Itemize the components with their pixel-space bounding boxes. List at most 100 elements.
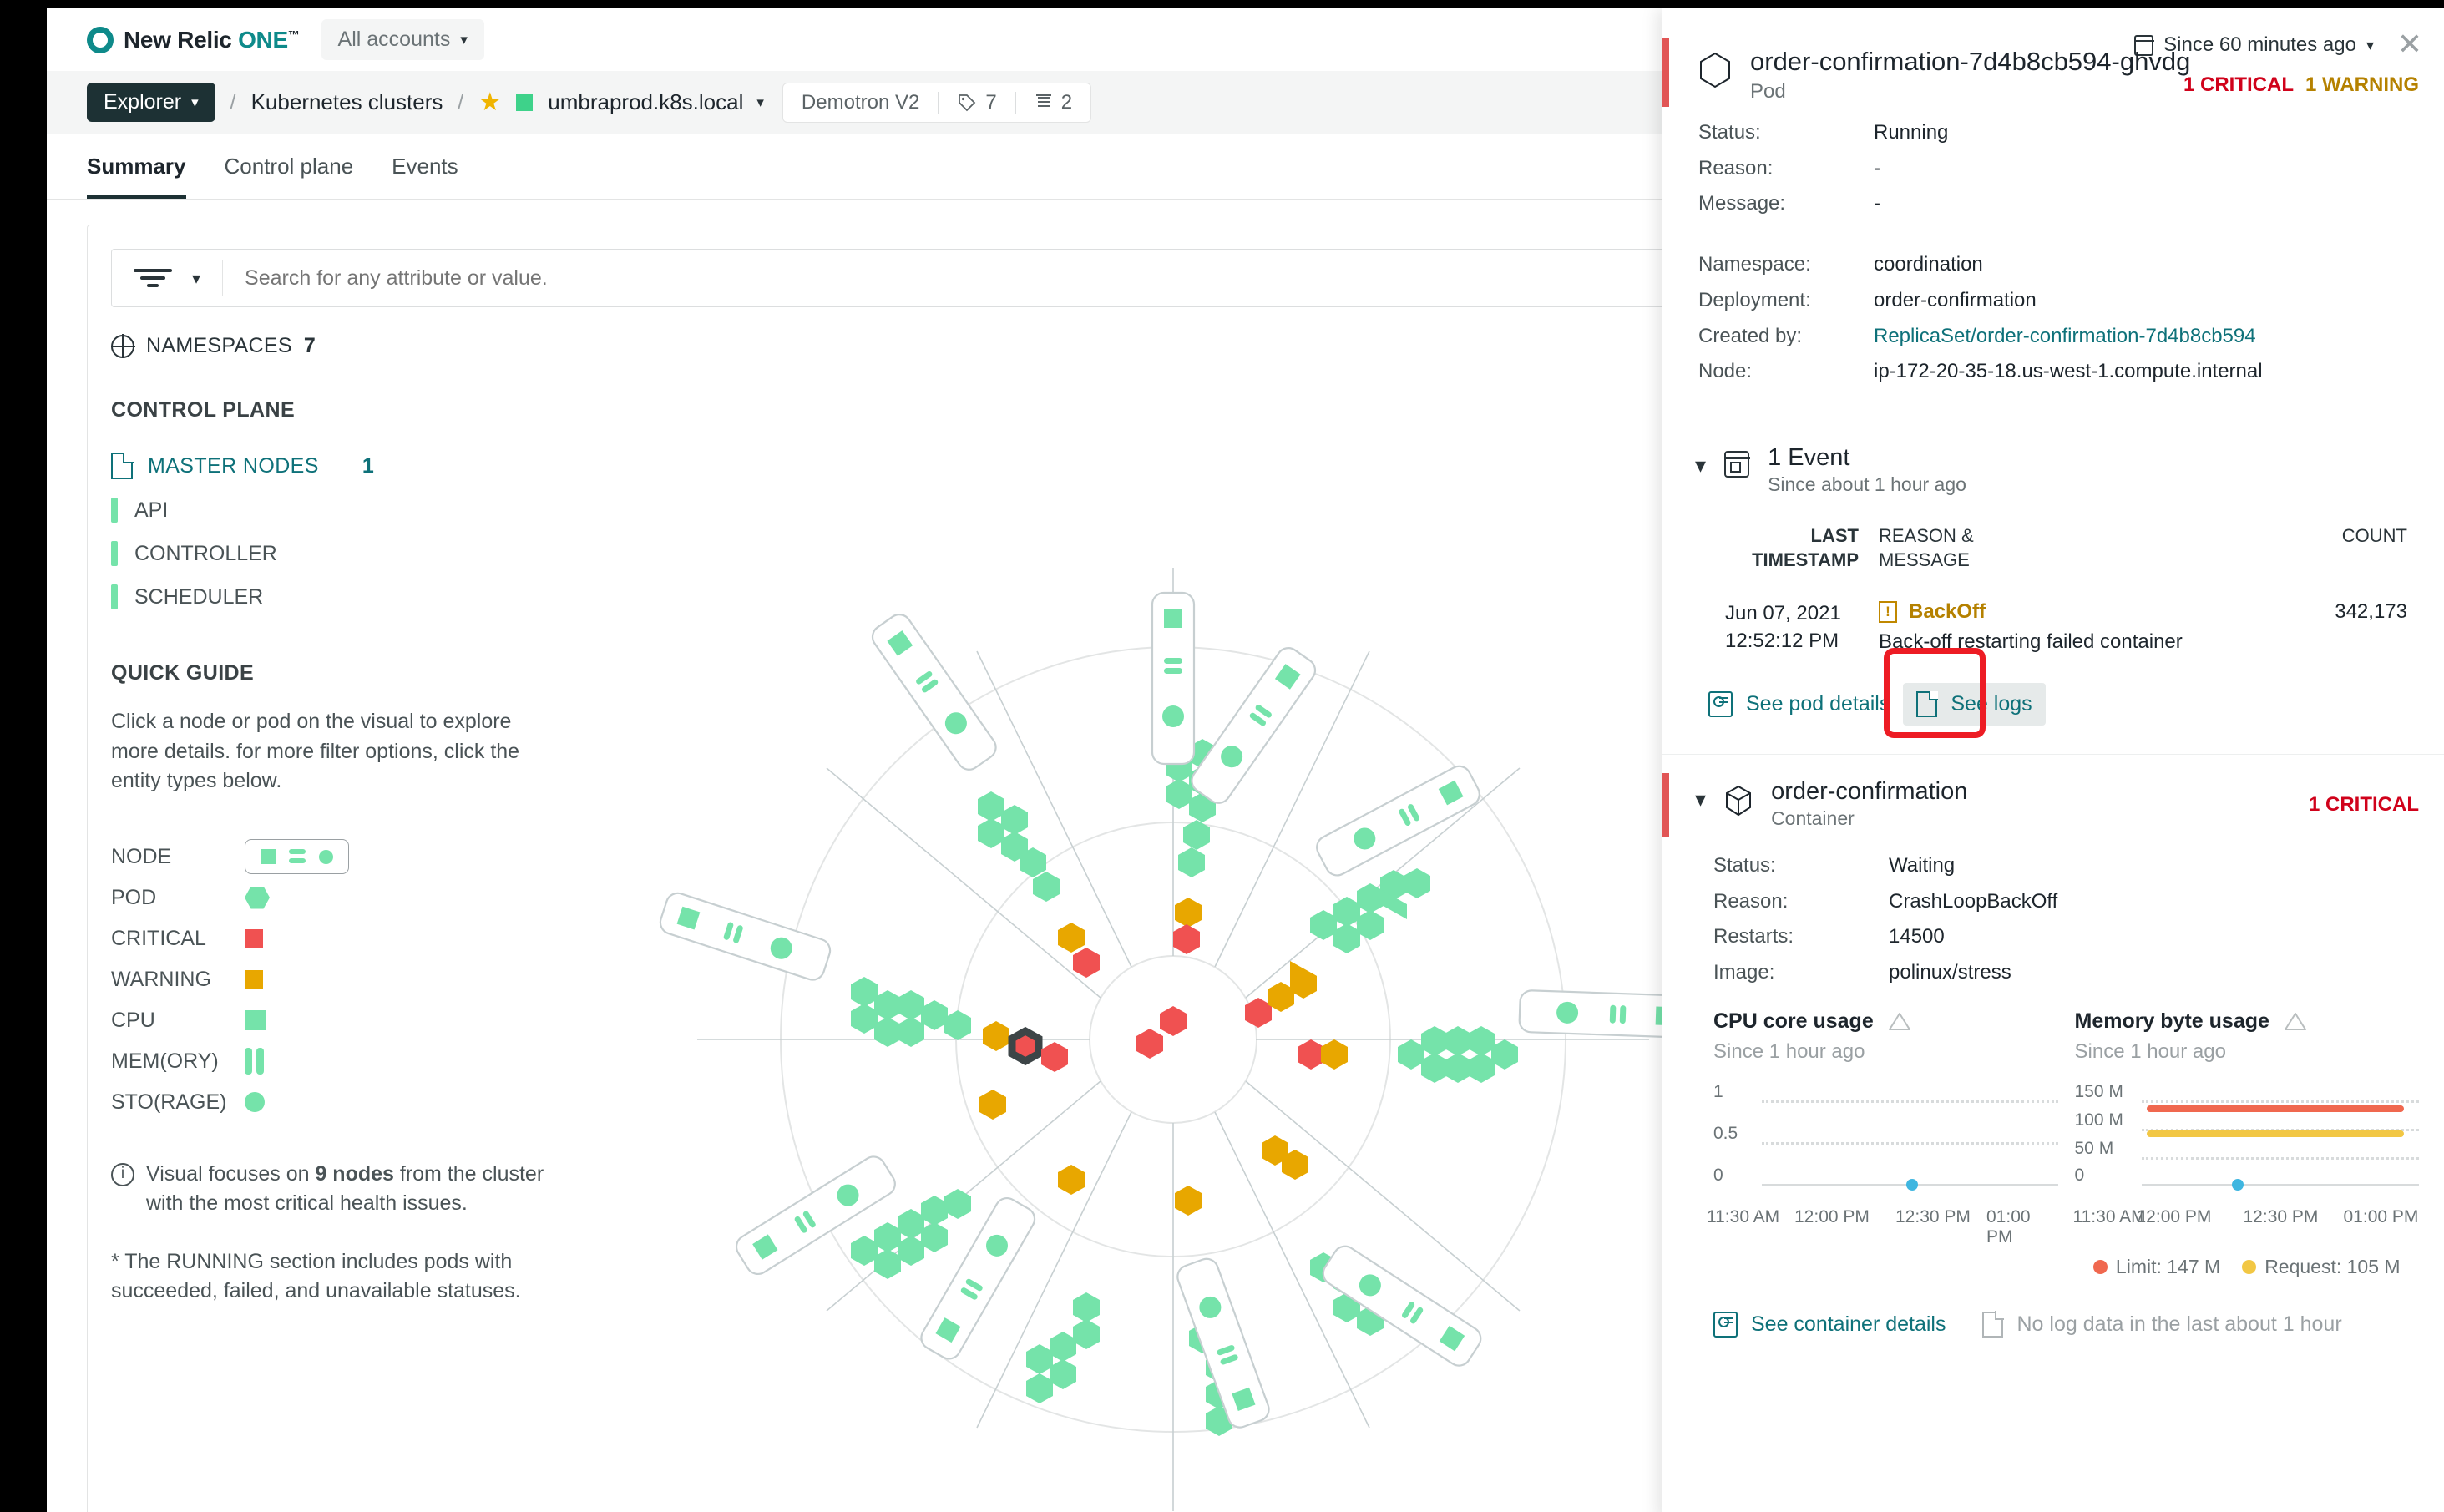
chart-legend: Limit: 147 M Request: 105 M: [2075, 1256, 2420, 1278]
cpu-square-icon: [261, 849, 276, 864]
see-logs-label: See logs: [1951, 692, 2032, 716]
cpu-core-usage-chart[interactable]: CPU core usage Since 1 hour ago 1 0.5 0: [1707, 1009, 2058, 1278]
legend-item-pod[interactable]: POD: [111, 877, 629, 918]
legend-item-warning[interactable]: WARNING: [111, 959, 629, 1000]
hexagon-icon: [1700, 52, 1730, 88]
chevron-down-icon[interactable]: ▾: [1695, 453, 1706, 478]
filter-icon[interactable]: [134, 265, 172, 291]
event-time: 12:52:12 PM: [1725, 629, 1839, 652]
attribute-value: CrashLoopBackOff: [1889, 889, 2058, 913]
account-selector[interactable]: All accounts ▾: [321, 19, 484, 60]
chart-title: CPU core usage: [1713, 1009, 1874, 1033]
legend-item-request[interactable]: Request: 105 M: [2242, 1256, 2401, 1278]
y-tick-label: 0: [1713, 1165, 1723, 1185]
data-point-marker: [1906, 1178, 1918, 1191]
legend-color-dot: [2242, 1259, 2257, 1274]
attribute-value: -: [1874, 156, 1880, 180]
column-header-line: MESSAGE: [1879, 549, 1970, 570]
control-plane-item-controller[interactable]: CONTROLLER: [111, 541, 629, 566]
pod-attributes: Status: Running Reason: - Message: - Namesp…: [1662, 104, 2444, 390]
chevron-down-icon[interactable]: ▾: [1695, 786, 1706, 830]
memory-bars-icon: [245, 1048, 266, 1075]
attribute-key: Reason:: [1698, 156, 1774, 180]
status-bar-icon: [111, 541, 118, 566]
column-header-timestamp: LAST TIMESTAMP: [1725, 524, 1859, 572]
breadcrumb-cluster-name[interactable]: umbraprod.k8s.local: [548, 89, 743, 115]
app-window: New Relic ONE™ All accounts ▾ Query your…: [47, 8, 2444, 1512]
container-cube-icon: [1726, 785, 1752, 817]
tab-events-label: Events: [392, 154, 458, 179]
events-section: ▾ 1 Event Since about 1 hour ago LAST TI…: [1662, 422, 2444, 754]
chevron-down-icon[interactable]: ▾: [192, 268, 200, 289]
legend-item-memory[interactable]: MEM(ORY): [111, 1041, 629, 1082]
event-reason: ! BackOff: [1879, 600, 2282, 624]
doc-count-label: 2: [1060, 90, 1073, 114]
document-icon: [1982, 1311, 2004, 1338]
attribute-row: Namespace: coordination: [1698, 247, 2407, 283]
no-log-data-label: No log data in the last about 1 hour: [2016, 1312, 2342, 1336]
event-reason-label: BackOff: [1909, 600, 1986, 624]
see-logs-link[interactable]: See logs: [1903, 683, 2046, 726]
control-plane-item-scheduler[interactable]: SCHEDULER: [111, 584, 629, 609]
tag-icon: [959, 94, 976, 111]
table-row[interactable]: Jun 07, 2021 12:52:12 PM ! BackOff Back-…: [1725, 600, 2407, 655]
attribute-row: Reason: CrashLoopBackOff: [1713, 884, 2407, 920]
legend-item-limit[interactable]: Limit: 147 M: [2092, 1256, 2220, 1278]
account-name: Demotron V2: [783, 91, 938, 114]
created-by-link[interactable]: ReplicaSet/order-confirmation-7d4b8cb594: [1874, 319, 2256, 355]
axis-line: [2141, 1183, 2419, 1186]
event-reason-message: ! BackOff Back-off restarting failed con…: [1859, 600, 2282, 655]
see-pod-details-link[interactable]: See pod details: [1695, 683, 1903, 726]
tab-events[interactable]: Events: [392, 134, 458, 199]
new-relic-logo[interactable]: New Relic ONE™: [87, 26, 300, 53]
cluster-radial-visualization[interactable]: [589, 518, 1758, 1512]
master-nodes-row[interactable]: MASTER NODES 1: [111, 452, 629, 479]
table-header-row: LAST TIMESTAMP REASON & MESSAGE COUNT: [1725, 524, 2407, 572]
warning-triangle-icon: [1888, 1012, 1910, 1030]
x-tick-label: 11:30 AM: [2072, 1206, 2146, 1226]
gridline: [1762, 1100, 2058, 1103]
see-container-details-link[interactable]: See container details: [1713, 1311, 1946, 1338]
attribute-row: Reason: -: [1698, 151, 2407, 187]
legend-item-storage[interactable]: STO(RAGE): [111, 1082, 629, 1123]
chart-subtitle: Since 1 hour ago: [2074, 1039, 2226, 1063]
namespaces-row[interactable]: NAMESPACES 7: [110, 334, 629, 358]
x-tick-label: 12:30 PM: [2243, 1206, 2319, 1226]
cpu-square-icon: [245, 1010, 266, 1030]
explorer-button[interactable]: Explorer ▾: [87, 83, 215, 122]
column-header-line: REASON &: [1879, 525, 1974, 547]
doc-count[interactable]: 2: [1016, 91, 1090, 114]
divider: [222, 260, 224, 296]
events-header[interactable]: ▾ 1 Event Since about 1 hour ago: [1662, 422, 2444, 496]
control-plane-item-api[interactable]: API: [111, 498, 629, 523]
breadcrumb-kubernetes-clusters[interactable]: Kubernetes clusters: [251, 89, 443, 115]
memory-byte-usage-chart[interactable]: Memory byte usage Since 1 hour ago 150 M…: [2072, 1009, 2420, 1278]
tag-count[interactable]: 7: [939, 91, 1015, 114]
container-header[interactable]: ▾ order-confirmation Container 1 CRITICA…: [1662, 755, 2444, 830]
events-title: 1 Event: [1768, 444, 1850, 472]
tab-summary[interactable]: Summary: [87, 134, 186, 199]
x-tick-label: 12:00 PM: [1794, 1206, 1870, 1226]
tab-control-plane-label: Control plane: [224, 154, 354, 179]
attribute-key: Message:: [1698, 192, 1786, 215]
breadcrumb-separator: /: [458, 90, 464, 114]
master-nodes-label: MASTER NODES: [148, 453, 319, 478]
globe-icon: [110, 334, 135, 358]
tab-control-plane[interactable]: Control plane: [225, 134, 354, 199]
x-tick-label: 12:30 PM: [1895, 1206, 1971, 1226]
x-axis: 11:30 AM 12:00 PM 12:30 PM 01:00 PM: [1707, 1206, 2058, 1247]
running-section-note: * The RUNNING section includes pods with…: [111, 1249, 521, 1303]
attribute-key: Created by:: [1698, 324, 1803, 347]
legend-item-node[interactable]: NODE: [111, 837, 629, 877]
details-card-icon: [1708, 691, 1733, 717]
star-icon[interactable]: ★: [478, 88, 501, 117]
radial-chart-svg: [659, 568, 1693, 1511]
chevron-down-icon[interactable]: ▾: [756, 94, 764, 111]
legend-label: CRITICAL: [111, 926, 206, 950]
warning-triangle-icon: [2284, 1012, 2306, 1030]
attribute-row: Node: ip-172-20-35-18.us-west-1.compute.i…: [1698, 354, 2407, 390]
legend-item-cpu[interactable]: CPU: [111, 1000, 629, 1041]
legend-item-critical[interactable]: CRITICAL: [111, 918, 629, 959]
event-timestamp: Jun 07, 2021 12:52:12 PM: [1725, 600, 1859, 655]
panel-header: order-confirmation-7d4b8cb594-ghvdg Pod …: [1662, 8, 2444, 107]
